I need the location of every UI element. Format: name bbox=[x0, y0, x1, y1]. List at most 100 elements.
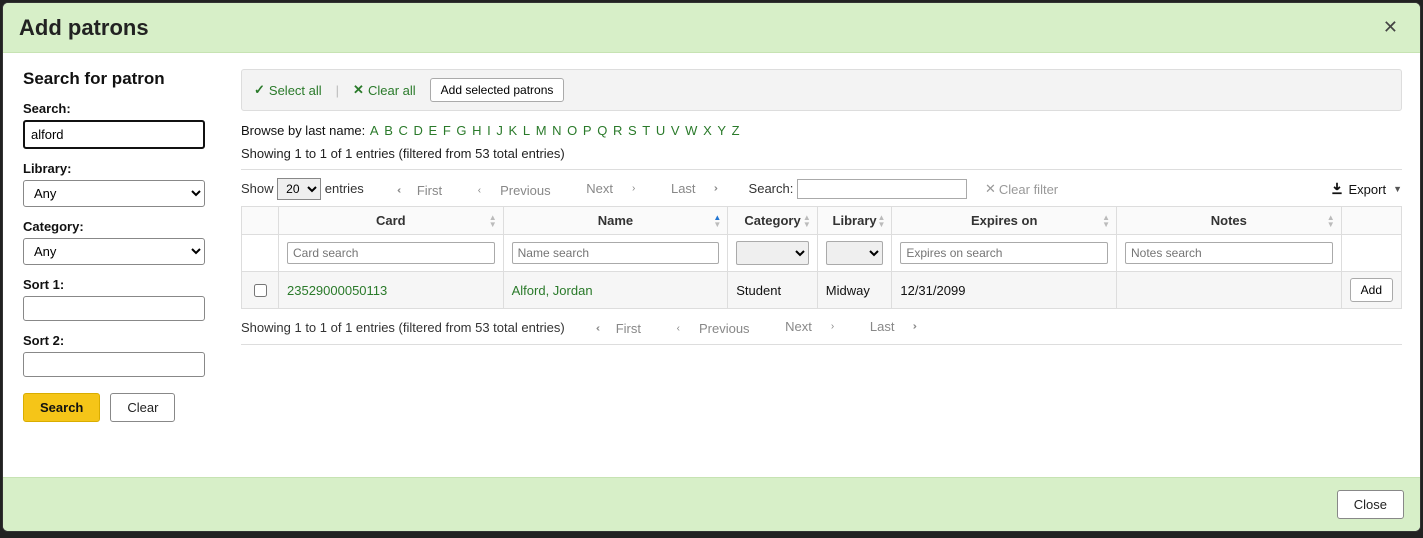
cell-card[interactable]: 23529000050113 bbox=[279, 272, 504, 309]
browse-letter-j[interactable]: J bbox=[496, 123, 503, 138]
add-row-button[interactable]: Add bbox=[1350, 278, 1393, 302]
col-checkbox bbox=[242, 207, 279, 235]
select-all-link[interactable]: ✓ Select all bbox=[254, 82, 322, 98]
results-panel: ✓ Select all | ✕ Clear all Add selected … bbox=[223, 53, 1420, 477]
pager-first[interactable]: ‹‹ First bbox=[589, 321, 649, 336]
toolbar: ✓ Select all | ✕ Clear all Add selected … bbox=[241, 69, 1402, 111]
browse-letter-q[interactable]: Q bbox=[597, 123, 607, 138]
pager-last[interactable]: Last ›› bbox=[862, 319, 922, 334]
filter-actions-cell bbox=[1341, 235, 1401, 272]
browse-letter-r[interactable]: R bbox=[613, 123, 622, 138]
sort-icon: ▲▼ bbox=[803, 214, 811, 228]
browse-prefix: Browse by last name: bbox=[241, 123, 369, 138]
pager-first[interactable]: ‹‹ First bbox=[390, 183, 450, 198]
browse-letter-b[interactable]: B bbox=[384, 123, 393, 138]
chevron-left-icon: ‹ bbox=[677, 323, 680, 334]
divider bbox=[241, 344, 1402, 345]
name-filter-input[interactable] bbox=[512, 242, 720, 264]
divider bbox=[241, 169, 1402, 170]
sort-icon: ▲▼ bbox=[1102, 214, 1110, 228]
length-control: Show 20 entries bbox=[241, 178, 364, 200]
pager-next[interactable]: Next › bbox=[777, 319, 842, 334]
search-input[interactable] bbox=[23, 120, 205, 149]
modal-footer: Close bbox=[3, 477, 1420, 531]
browse-letter-z[interactable]: Z bbox=[732, 123, 740, 138]
expires-filter-input[interactable] bbox=[900, 242, 1108, 264]
browse-letter-m[interactable]: M bbox=[536, 123, 547, 138]
col-library[interactable]: Library▲▼ bbox=[817, 207, 892, 235]
cell-name[interactable]: Alford, Jordan bbox=[503, 272, 728, 309]
browse-letter-a[interactable]: A bbox=[370, 123, 379, 138]
pager-prev[interactable]: ‹ Previous bbox=[470, 183, 559, 198]
pager-bottom: ‹‹ First ‹ Previous Next › Last ›› bbox=[581, 319, 930, 336]
browse-letter-f[interactable]: F bbox=[443, 123, 451, 138]
col-notes[interactable]: Notes▲▼ bbox=[1116, 207, 1341, 235]
filter-checkbox-cell bbox=[242, 235, 279, 272]
modal-title: Add patrons bbox=[19, 15, 149, 41]
close-icon[interactable]: ✕ bbox=[1377, 13, 1404, 42]
show-label: Show bbox=[241, 181, 274, 196]
card-filter-input[interactable] bbox=[287, 242, 495, 264]
clear-filter-label: Clear filter bbox=[999, 182, 1058, 197]
entries-label: entries bbox=[325, 181, 364, 196]
notes-filter-input[interactable] bbox=[1125, 242, 1333, 264]
browse-letter-x[interactable]: X bbox=[703, 123, 712, 138]
table-search: Search: bbox=[749, 179, 967, 199]
clear-filter-link[interactable]: ✕ Clear filter bbox=[985, 181, 1058, 197]
browse-letter-s[interactable]: S bbox=[628, 123, 637, 138]
browse-letter-h[interactable]: H bbox=[472, 123, 481, 138]
cell-expires: 12/31/2099 bbox=[892, 272, 1117, 309]
clear-button[interactable]: Clear bbox=[110, 393, 175, 422]
browse-letter-p[interactable]: P bbox=[583, 123, 592, 138]
search-sidebar: Search for patron Search: Library: Any C… bbox=[3, 53, 223, 477]
browse-letter-g[interactable]: G bbox=[456, 123, 466, 138]
col-category[interactable]: Category▲▼ bbox=[728, 207, 818, 235]
info-top: Showing 1 to 1 of 1 entries (filtered fr… bbox=[241, 146, 1402, 161]
separator: | bbox=[336, 83, 339, 98]
pager-prev[interactable]: ‹ Previous bbox=[669, 321, 758, 336]
browse-letter-i[interactable]: I bbox=[487, 123, 491, 138]
category-select[interactable]: Any bbox=[23, 238, 205, 265]
browse-letter-y[interactable]: Y bbox=[717, 123, 726, 138]
col-actions bbox=[1341, 207, 1401, 235]
controls-row-bottom: Showing 1 to 1 of 1 entries (filtered fr… bbox=[241, 319, 1402, 336]
clear-all-link[interactable]: ✕ Clear all bbox=[353, 82, 416, 98]
sort1-input[interactable] bbox=[23, 296, 205, 321]
browse-letter-d[interactable]: D bbox=[414, 123, 423, 138]
cell-category: Student bbox=[728, 272, 818, 309]
category-label: Category: bbox=[23, 219, 205, 234]
pager-last[interactable]: Last ›› bbox=[663, 181, 723, 196]
sort2-label: Sort 2: bbox=[23, 333, 205, 348]
browse-letter-c[interactable]: C bbox=[398, 123, 407, 138]
table-search-input[interactable] bbox=[797, 179, 967, 199]
search-button[interactable]: Search bbox=[23, 393, 100, 422]
browse-letter-e[interactable]: E bbox=[429, 123, 438, 138]
browse-letter-v[interactable]: V bbox=[671, 123, 680, 138]
browse-letter-t[interactable]: T bbox=[642, 123, 650, 138]
browse-letter-n[interactable]: N bbox=[552, 123, 561, 138]
export-button[interactable]: Export ▼ bbox=[1330, 181, 1403, 198]
browse-letter-o[interactable]: O bbox=[567, 123, 577, 138]
row-checkbox[interactable] bbox=[254, 284, 267, 297]
col-expires[interactable]: Expires on▲▼ bbox=[892, 207, 1117, 235]
check-icon: ✓ bbox=[254, 82, 265, 98]
browse-letter-k[interactable]: K bbox=[509, 123, 518, 138]
category-filter-select[interactable] bbox=[736, 241, 809, 265]
col-card[interactable]: Card▲▼ bbox=[279, 207, 504, 235]
add-selected-button[interactable]: Add selected patrons bbox=[430, 78, 565, 102]
pager-next[interactable]: Next › bbox=[578, 181, 643, 196]
library-filter-select[interactable] bbox=[826, 241, 884, 265]
sidebar-buttons: Search Clear bbox=[23, 393, 205, 422]
sort-icon: ▲▼ bbox=[877, 214, 885, 228]
browse-letter-w[interactable]: W bbox=[685, 123, 697, 138]
info-bottom: Showing 1 to 1 of 1 entries (filtered fr… bbox=[241, 320, 565, 335]
add-patrons-modal: Add patrons ✕ Search for patron Search: … bbox=[2, 2, 1421, 532]
col-name[interactable]: Name▲▼ bbox=[503, 207, 728, 235]
sort2-input[interactable] bbox=[23, 352, 205, 377]
length-select[interactable]: 20 bbox=[277, 178, 321, 200]
close-button[interactable]: Close bbox=[1337, 490, 1404, 519]
browse-letter-u[interactable]: U bbox=[656, 123, 665, 138]
chevron-right-icon: › bbox=[831, 321, 834, 332]
browse-letter-l[interactable]: L bbox=[523, 123, 530, 138]
library-select[interactable]: Any bbox=[23, 180, 205, 207]
